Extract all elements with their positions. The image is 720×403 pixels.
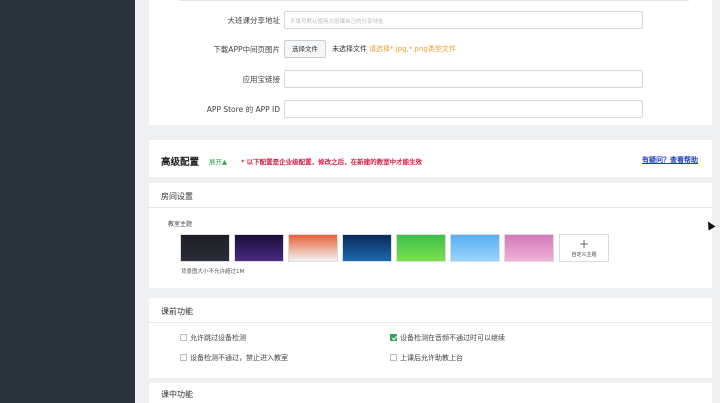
theme-thumb-blue-stars[interactable] (342, 234, 392, 262)
theme-thumb-green-circles[interactable] (396, 234, 446, 262)
share-url-input[interactable]: 不填写默认使用大班课自己的分享地址 (284, 11, 643, 29)
app-store-id-row: APP Store 的 APP ID (149, 100, 712, 120)
checkbox[interactable] (390, 354, 397, 361)
share-settings-card: 大班课分享地址 不填写默认使用大班课自己的分享地址 下载APP中间页图片 选择文… (149, 0, 712, 125)
option-label: 允许跳过设备检测 (190, 334, 246, 342)
advanced-config-card: 高级配置 展开▲ * 以下配置是企业级配置，修改之后，在新建的教室中才能生效 有… (149, 140, 712, 177)
checkbox-checked[interactable] (390, 334, 397, 341)
app-store-link-label: 应用宝链接 (242, 75, 281, 84)
option-label: 设备检测在音频不通过时可以继续 (400, 334, 505, 342)
background-size-note: 背景图大小不允许超过1M (181, 269, 245, 275)
advanced-warning: * 以下配置是企业级配置，修改之后，在新建的教室中才能生效 (241, 158, 423, 166)
custom-theme-button[interactable]: + 自定义主题 (559, 234, 609, 262)
theme-thumb-sunset[interactable] (288, 234, 338, 262)
no-file-text: 未选择文件 (332, 45, 367, 53)
plus-icon: + (578, 237, 590, 251)
app-store-link-input[interactable] (284, 70, 643, 88)
share-url-placeholder: 不填写默认使用大班课自己的分享地址 (290, 19, 384, 25)
option-skip-device-check[interactable]: 允许跳过设备检测 (180, 333, 246, 343)
divider (149, 322, 712, 323)
option-label: 上课后允许助教上台 (400, 354, 463, 362)
app-store-link-row: 应用宝链接 (149, 70, 712, 90)
app-store-id-label: APP Store 的 APP ID (206, 105, 280, 114)
download-image-row: 下载APP中间页图片 选择文件 未选择文件 请选择*.jpg,*.png类型文件 (149, 40, 712, 60)
main-content: 大班课分享地址 不填写默认使用大班课自己的分享地址 下载APP中间页图片 选择文… (135, 0, 720, 403)
theme-thumb-purple-space[interactable] (234, 234, 284, 262)
pre-class-card: 课前功能 允许跳过设备检测 设备检测在音频不通过时可以继续 设备检测不通过，禁止… (149, 298, 712, 378)
download-image-label: 下载APP中间页图片 (213, 45, 280, 54)
help-link[interactable]: 有疑问？查看帮助 (642, 155, 698, 165)
custom-theme-label: 自定义主题 (571, 252, 597, 258)
checkbox[interactable] (180, 334, 187, 341)
checkbox[interactable] (180, 354, 187, 361)
share-url-row: 大班课分享地址 不填写默认使用大班课自己的分享地址 (149, 11, 712, 31)
choose-file-button[interactable]: 选择文件 (284, 40, 326, 58)
share-url-label: 大班课分享地址 (227, 16, 281, 25)
pre-class-title: 课前功能 (161, 307, 193, 316)
divider (179, 0, 689, 1)
in-class-title: 课中功能 (161, 390, 193, 399)
option-block-on-device-fail[interactable]: 设备检测不通过，禁止进入教室 (180, 353, 288, 363)
left-sidebar (0, 0, 135, 403)
option-label: 设备检测不通过，禁止进入教室 (190, 354, 288, 362)
expand-toggle[interactable]: 展开▲ (209, 156, 227, 166)
in-class-card: 课中功能 (149, 383, 712, 403)
theme-thumb-pink-garden[interactable] (504, 234, 554, 262)
file-type-hint: 请选择*.jpg,*.png类型文件 (369, 45, 456, 53)
theme-label: 教室主题 (168, 221, 193, 228)
option-continue-on-audio-fail[interactable]: 设备检测在音频不通过时可以继续 (390, 333, 505, 343)
option-assistant-on-stage[interactable]: 上课后允许助教上台 (390, 353, 463, 363)
room-settings-title: 房间设置 (161, 192, 193, 201)
theme-thumb-dark[interactable] (180, 234, 230, 262)
app-store-id-input[interactable] (284, 100, 643, 118)
theme-thumb-sky-clouds[interactable] (450, 234, 500, 262)
divider (149, 207, 712, 208)
room-settings-card: 房间设置 教室主题 + 自定义主题 背景图大小不允许超过1M (149, 183, 712, 288)
advanced-title: 高级配置 (161, 157, 200, 168)
